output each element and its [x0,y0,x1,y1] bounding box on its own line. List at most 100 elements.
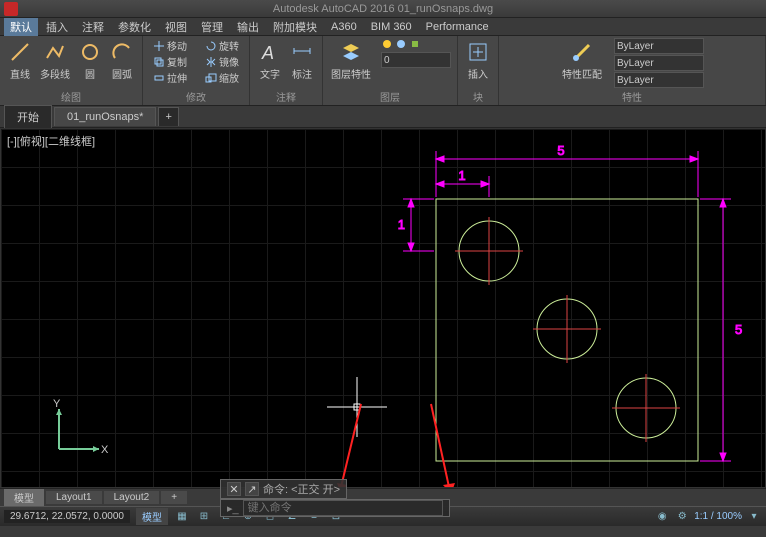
tool-match-properties[interactable]: 特性匹配 [560,38,604,88]
tool-text-label: 文字 [260,66,280,81]
status-model-button[interactable]: 模型 [136,508,168,525]
window-title: Autodesk AutoCAD 2016 01_runOsnaps.dwg [273,3,493,15]
dim-text-v5: 5 [735,322,742,337]
group-label-properties: 特性 [499,89,765,104]
ribbon: 直线 多段线 圆 圆弧 绘图 移动 旋转 复制 镜像 拉伸 缩放 修改 [0,36,766,106]
tool-layer-properties[interactable]: 图层特性 [329,38,373,83]
ribbon-group-modify: 移动 旋转 复制 镜像 拉伸 缩放 修改 [143,36,250,105]
text-icon: A [258,40,282,64]
callout-arrow-right [421,399,461,488]
polyline-icon [43,40,67,64]
layout-tab-1[interactable]: Layout1 [46,491,102,504]
tool-circle-label: 圆 [85,66,95,81]
stretch-icon [151,72,163,84]
cmd-chevron-icon: ▸_ [227,502,239,515]
ribbon-tab-insert[interactable]: 插入 [40,18,74,36]
customize-status-icon[interactable]: ▾ [746,509,762,525]
group-label-modify: 修改 [143,89,249,104]
tool-block-insert[interactable]: 插入 [464,38,492,83]
group-label-block: 块 [458,89,498,104]
command-line: ✕ ↗ 命令: <正交 开> [220,479,347,499]
tool-copy[interactable]: 复制 镜像 [149,54,243,69]
ribbon-tab-annotate[interactable]: 注释 [76,18,110,36]
callout-arrow-left [331,399,371,488]
tool-stretch[interactable]: 拉伸 缩放 [149,70,243,85]
ribbon-tab-parametric[interactable]: 参数化 [112,18,157,36]
tab-new[interactable]: + [158,107,178,126]
lineweight-bylayer-dropdown[interactable]: ByLayer [614,55,704,71]
svg-text:Y: Y [53,398,61,410]
group-label-annotation: 注释 [250,89,322,104]
hardware-accel-icon[interactable]: ⚙ [674,509,690,525]
cmd-prompt: 命令: <正交 开> [263,481,340,497]
tool-line[interactable]: 直线 [6,38,34,83]
ribbon-group-block: 插入 块 [458,36,499,105]
dim-text-h5: 5 [557,143,564,158]
ribbon-tab-performance[interactable]: Performance [420,20,495,34]
circle-icon [78,40,102,64]
tool-polyline-label: 多段线 [40,66,70,81]
ribbon-group-annotation: A 文字 标注 注释 [250,36,323,105]
group-label-draw: 绘图 [0,89,142,104]
tool-layerprops-label: 图层特性 [331,66,371,81]
ribbon-tab-bim360[interactable]: BIM 360 [365,20,418,34]
command-input[interactable] [243,500,443,516]
ribbon-tab-default[interactable]: 默认 [4,18,38,36]
line-icon [8,40,32,64]
layer-dropdown[interactable]: 0 [381,52,451,68]
tool-text[interactable]: A 文字 [256,38,284,83]
command-input-bar: ▸_ [220,499,450,517]
isolate-icon[interactable]: ◉ [654,509,670,525]
mirror-icon [203,56,215,68]
snap-toggle-icon[interactable]: ⊞ [196,509,212,525]
group-label-layers: 图层 [323,89,457,104]
move-icon [151,40,163,52]
arc-icon [110,40,134,64]
ribbon-group-layers: 图层特性 0 图层 [323,36,458,105]
ribbon-tab-output[interactable]: 输出 [231,18,265,36]
ribbon-tabs: 默认 插入 注释 参数化 视图 管理 输出 附加模块 A360 BIM 360 … [0,18,766,36]
grid-toggle-icon[interactable]: ▦ [174,509,190,525]
linetype-bylayer-dropdown[interactable]: ByLayer [614,72,704,88]
match-props-icon [570,40,594,64]
dimension-icon [290,40,314,64]
tab-document[interactable]: 01_runOsnaps* [54,107,156,126]
tab-start[interactable]: 开始 [4,105,52,128]
layers-icon [339,40,363,64]
color-bylayer-dropdown[interactable]: ByLayer [614,38,704,54]
close-cmd-icon[interactable]: ✕ [227,482,241,496]
layout-tab-model[interactable]: 模型 [4,489,44,506]
drawing-viewport[interactable]: [-][俯视][二维线框] 5 [0,128,766,488]
layer-state-icon[interactable] [381,38,451,50]
tool-line-label: 直线 [10,66,30,81]
tool-circle[interactable]: 圆 [76,38,104,83]
layout-tab-2[interactable]: Layout2 [104,491,160,504]
recent-cmd-icon[interactable]: ↗ [245,482,259,496]
tool-arc-label: 圆弧 [112,66,132,81]
tool-move[interactable]: 移动 旋转 [149,38,243,53]
ribbon-tab-addins[interactable]: 附加模块 [267,18,323,36]
ribbon-group-draw: 直线 多段线 圆 圆弧 绘图 [0,36,143,105]
dim-text-v1: 1 [398,217,405,232]
dim-text-h1: 1 [458,168,465,183]
status-coordinates[interactable]: 29.6712, 22.0572, 0.0000 [4,510,130,523]
title-bar: Autodesk AutoCAD 2016 01_runOsnaps.dwg [0,0,766,18]
status-scale[interactable]: 1:1 / 100% [694,511,742,522]
tool-dimension[interactable]: 标注 [288,38,316,83]
block-insert-icon [466,40,490,64]
ribbon-tab-view[interactable]: 视图 [159,18,193,36]
tool-arc[interactable]: 圆弧 [108,38,136,83]
tool-polyline[interactable]: 多段线 [38,38,72,83]
document-tabs: 开始 01_runOsnaps* + [0,106,766,128]
tool-dimension-label: 标注 [292,66,312,81]
ribbon-tab-manage[interactable]: 管理 [195,18,229,36]
autocad-logo-icon [4,2,18,16]
ribbon-tab-a360[interactable]: A360 [325,20,363,34]
rotate-icon [203,40,215,52]
copy-icon [151,56,163,68]
tool-block-label: 插入 [468,66,488,81]
layout-tab-add[interactable]: + [161,491,187,504]
svg-text:X: X [101,444,109,456]
ucs-icon: X Y [49,399,109,459]
tool-matchprops-label: 特性匹配 [562,66,602,81]
